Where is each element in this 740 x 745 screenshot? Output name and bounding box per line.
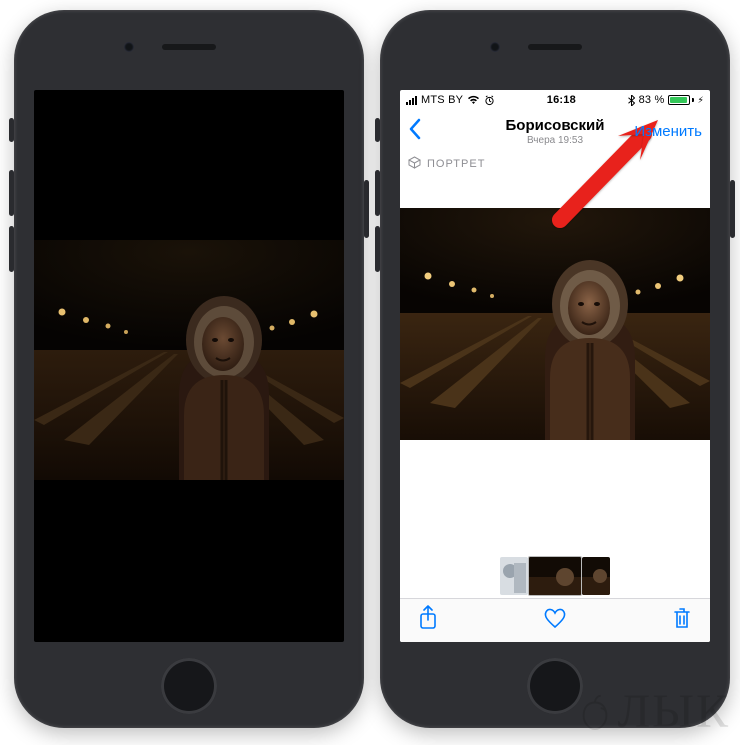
back-button[interactable] [408,118,422,145]
watermark-text: ЛЫК [618,684,730,739]
screen-photos-app: MTS BY 16:18 83 % ⚡︎ [400,90,710,642]
alarm-icon [484,95,495,106]
delete-button[interactable] [672,606,692,635]
mute-switch [9,118,14,142]
battery-percent-label: 83 % [639,94,665,106]
watermark: ЛЫК [576,684,730,739]
power-button [730,180,735,238]
camera-photo-preview [34,240,344,480]
status-right: 83 % ⚡︎ [628,94,704,106]
share-button[interactable] [418,605,438,636]
status-left: MTS BY [406,94,495,106]
apple-icon [576,693,614,731]
cube-icon [408,156,421,172]
cellular-signal-icon [406,95,417,105]
wifi-icon [467,95,480,105]
status-bar: MTS BY 16:18 83 % ⚡︎ [400,90,710,110]
volume-down-button [375,226,380,272]
volume-up-button [9,170,14,216]
photo-viewer[interactable] [400,208,710,440]
portrait-photo-illustration [34,240,344,480]
thumbnail-prev[interactable] [500,557,528,595]
favorite-button[interactable] [543,607,567,634]
portrait-photo-illustration [400,208,710,440]
volume-down-button [9,226,14,272]
bluetooth-icon [628,95,635,106]
comparison-stage: MTS BY 16:18 83 % ⚡︎ [0,0,740,745]
nav-bar: Борисовский Вчера 19:53 Изменить [400,110,710,152]
phone-mock-right: MTS BY 16:18 83 % ⚡︎ [380,10,730,728]
thumbnail-strip[interactable] [400,554,710,598]
earpiece-speaker [528,44,582,50]
carrier-label: MTS BY [421,94,463,106]
battery-icon: ⚡︎ [668,95,704,106]
portrait-label: ПОРТРЕТ [427,158,485,170]
front-camera [124,42,134,52]
status-time: 16:18 [547,94,576,106]
power-button [364,180,369,238]
thumbnail-next[interactable] [582,557,610,595]
thumbnail-current[interactable] [528,556,582,596]
edit-button[interactable]: Изменить [634,123,702,140]
screen-camera-preview [34,90,344,642]
front-camera [490,42,500,52]
chevron-left-icon [408,118,422,145]
phone-mock-left [14,10,364,728]
mute-switch [375,118,380,142]
portrait-mode-badge: ПОРТРЕТ [408,156,485,172]
volume-up-button [375,170,380,216]
bottom-toolbar [400,598,710,642]
earpiece-speaker [162,44,216,50]
home-button[interactable] [161,658,217,714]
